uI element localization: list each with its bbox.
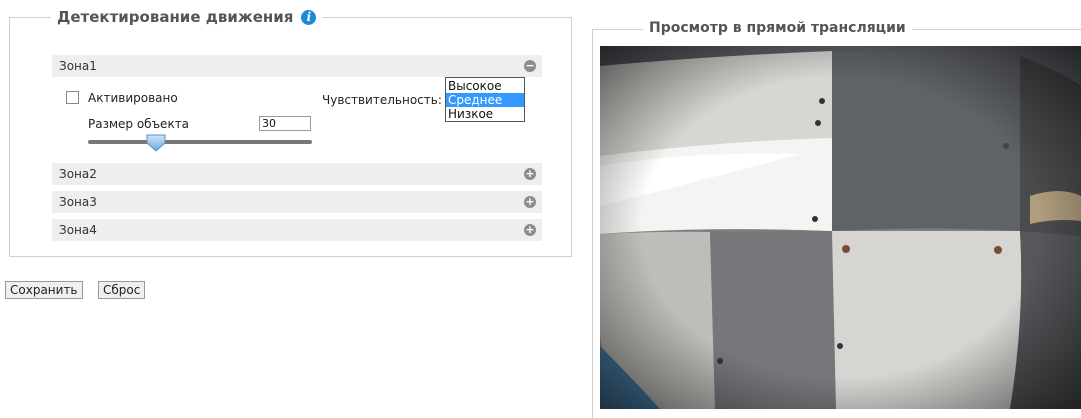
reset-button[interactable]: Сброс <box>98 281 146 299</box>
zone-header-4[interactable]: Зона4 + <box>52 219 542 241</box>
zone-header-2[interactable]: Зона2 + <box>52 163 542 185</box>
live-video-frame[interactable] <box>600 46 1081 409</box>
sensitivity-label: Чувствительность: <box>322 93 442 107</box>
object-size-slider-track[interactable] <box>88 140 312 144</box>
object-size-input[interactable] <box>259 116 311 131</box>
sensitivity-option-high[interactable]: Высокое <box>446 79 524 93</box>
camera-view-image <box>600 46 1081 409</box>
zone-label: Зона3 <box>59 195 97 209</box>
collapse-icon[interactable]: − <box>524 60 536 72</box>
activated-label: Активировано <box>88 91 178 105</box>
zone-label: Зона2 <box>59 167 97 181</box>
zone-label: Зона4 <box>59 223 97 237</box>
expand-icon[interactable]: + <box>524 168 536 180</box>
live-preview-title: Просмотр в прямой трансляции <box>643 20 912 36</box>
zone-header-3[interactable]: Зона3 + <box>52 191 542 213</box>
motion-detection-legend: Детектирование движения i <box>51 8 323 26</box>
sensitivity-option-medium[interactable]: Среднее <box>446 93 524 107</box>
slider-thumb-icon[interactable] <box>146 134 166 152</box>
object-size-label: Размер объекта <box>88 117 190 131</box>
zone-header-1[interactable]: Зона1 − <box>52 55 542 77</box>
expand-icon[interactable]: + <box>524 196 536 208</box>
info-icon[interactable]: i <box>301 9 317 25</box>
zone-label: Зона1 <box>59 59 97 73</box>
save-button[interactable]: Сохранить <box>5 281 83 299</box>
expand-icon[interactable]: + <box>524 224 536 236</box>
motion-detection-title: Детектирование движения <box>57 8 294 26</box>
activated-checkbox[interactable] <box>66 91 79 104</box>
sensitivity-select[interactable]: Высокое Среднее Низкое <box>445 77 525 122</box>
sensitivity-option-low[interactable]: Низкое <box>446 107 524 121</box>
